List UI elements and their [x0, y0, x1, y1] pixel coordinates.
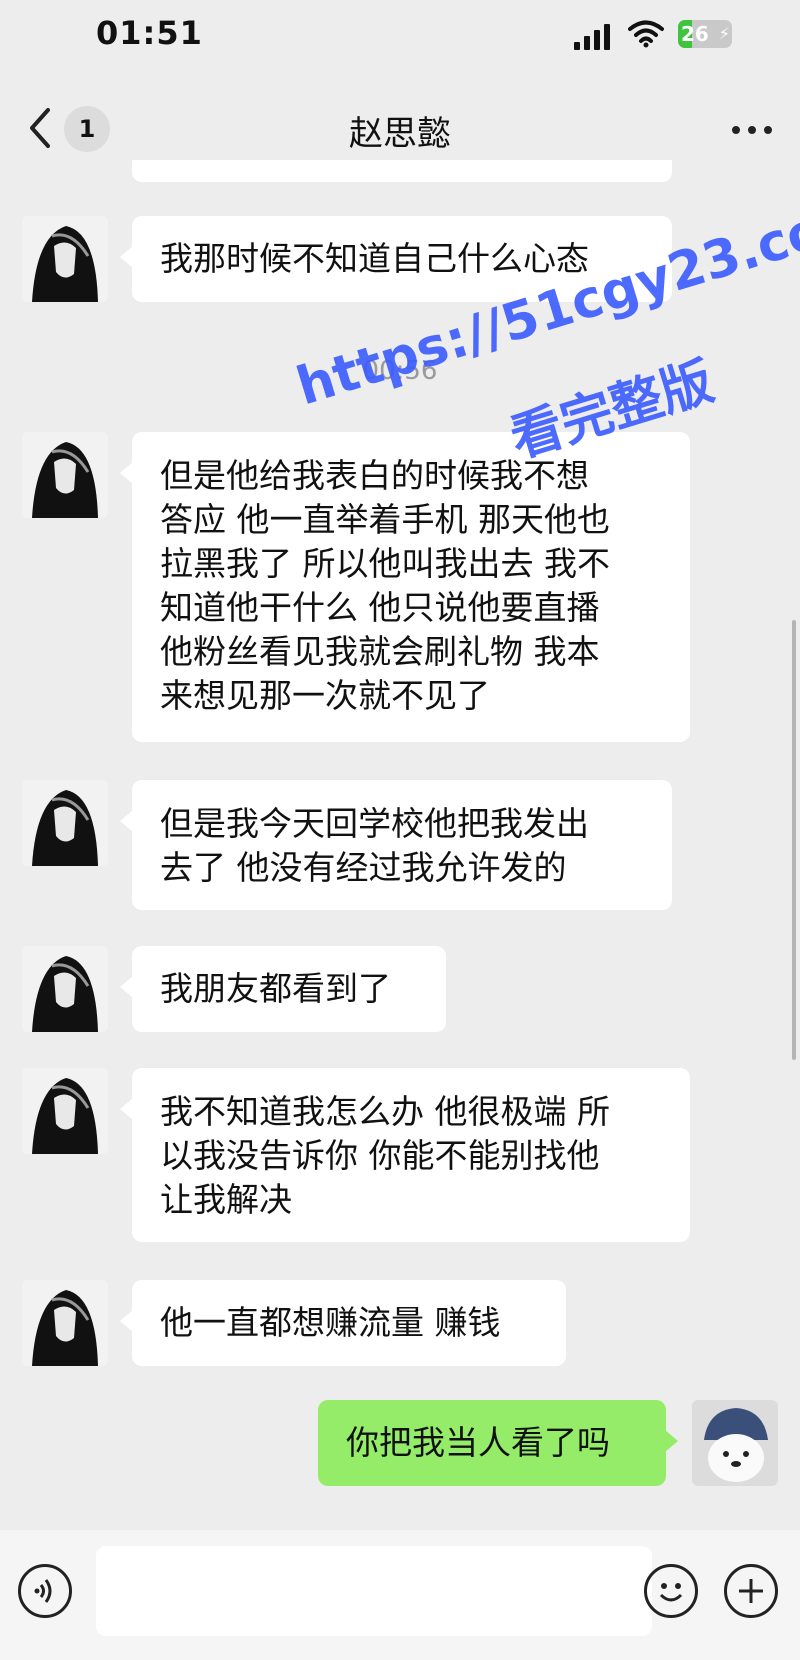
- avatar[interactable]: [22, 216, 108, 302]
- battery-percent: 26: [681, 22, 709, 46]
- message-line: 答应 他一直举着手机 那天他也: [160, 500, 610, 539]
- signal-bars-icon: [574, 22, 614, 50]
- message-line: 拉黑我了 所以他叫我出去 我不: [160, 544, 610, 583]
- sent-message-bubble[interactable]: 你把我当人看了吗: [318, 1400, 678, 1486]
- scrollbar[interactable]: [792, 620, 796, 1060]
- message-line: 让我解决: [160, 1180, 292, 1219]
- battery-indicator: 26 ⚡: [678, 20, 732, 48]
- message-bubble[interactable]: 但是他给我表白的时候我不想 答应 他一直举着手机 那天他也 拉黑我了 所以他叫我…: [120, 432, 690, 742]
- status-bar: 01:51 26 ⚡: [0, 0, 800, 70]
- message-bubble[interactable]: 我朋友都看到了: [120, 946, 446, 1032]
- message-bubble[interactable]: 他一直都想赚流量 赚钱: [120, 1280, 566, 1366]
- message-line: 来想见那一次就不见了: [160, 676, 490, 715]
- self-avatar[interactable]: [692, 1400, 778, 1486]
- voice-icon[interactable]: [18, 1564, 72, 1618]
- input-bar: [0, 1530, 800, 1660]
- avatar[interactable]: [22, 432, 108, 518]
- message-input[interactable]: [96, 1546, 652, 1636]
- charging-bolt-icon: ⚡: [718, 24, 730, 43]
- message-line: 但是我今天回学校他把我发出: [160, 804, 589, 843]
- message-bubble[interactable]: 但是我今天回学校他把我发出 去了 他没有经过我允许发的: [120, 780, 672, 910]
- chat-title: 赵思懿: [349, 114, 451, 154]
- message-line: 他粉丝看见我就会刷礼物 我本: [160, 632, 600, 671]
- message-line: 我不知道我怎么办 他很极端 所: [160, 1092, 610, 1131]
- previous-message-edge: [132, 160, 672, 182]
- message-text: 我朋友都看到了: [160, 969, 391, 1008]
- avatar[interactable]: [22, 1280, 108, 1366]
- status-time: 01:51: [96, 14, 203, 52]
- message-text: 你把我当人看了吗: [346, 1423, 610, 1462]
- emoji-icon[interactable]: [644, 1564, 698, 1618]
- message-line: 去了 他没有经过我允许发的: [160, 848, 567, 887]
- message-line: 但是他给我表白的时候我不想: [160, 456, 589, 495]
- avatar[interactable]: [22, 946, 108, 1032]
- message-bubble[interactable]: 我不知道我怎么办 他很极端 所 以我没告诉你 你能不能别找他 让我解决: [120, 1068, 690, 1242]
- message-text: 他一直都想赚流量 赚钱: [160, 1303, 501, 1342]
- message-line: 以我没告诉你 你能不能别找他: [160, 1136, 600, 1175]
- message-line: 知道他干什么 他只说他要直播: [160, 588, 600, 627]
- plus-icon[interactable]: [724, 1564, 778, 1618]
- avatar[interactable]: [22, 780, 108, 866]
- message-text: 我那时候不知道自己什么心态: [160, 239, 589, 278]
- avatar[interactable]: [22, 1068, 108, 1154]
- more-dots-icon[interactable]: [732, 126, 774, 136]
- wifi-icon: [628, 20, 664, 48]
